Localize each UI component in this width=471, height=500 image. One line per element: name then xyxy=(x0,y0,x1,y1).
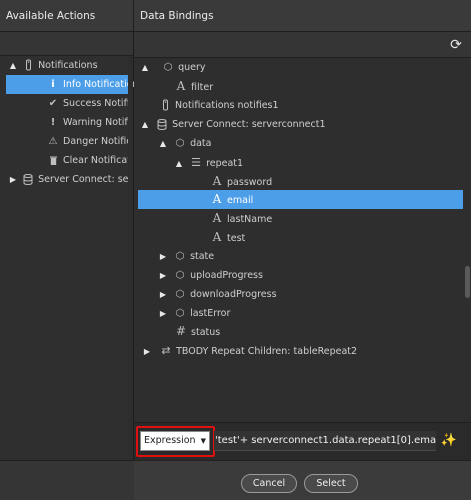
action-label: Server Connect: serverconnect1 xyxy=(38,174,128,185)
text-icon: A xyxy=(212,230,222,244)
binding-label: data xyxy=(190,138,212,149)
binding-label: Server Connect: serverconnect1 xyxy=(172,119,326,130)
text-icon: A xyxy=(212,192,222,206)
magic-wand-icon[interactable]: ✨ xyxy=(438,431,460,451)
action-danger-notification[interactable]: ⚠ Danger Notification xyxy=(0,132,128,151)
binding-label: query xyxy=(178,62,206,73)
action-warning-notification[interactable]: ! Warning Notification xyxy=(0,113,128,132)
dropdown-caret-icon: ▼ xyxy=(200,437,206,445)
expression-mode-value: Expression xyxy=(144,435,196,446)
binding-query[interactable]: ▲ ⬡ query xyxy=(140,58,206,77)
binding-tbody-repeat[interactable]: ▶ ⇄ TBODY Repeat Children: tableRepeat2 xyxy=(142,341,357,360)
action-label: Success Notification xyxy=(63,98,128,109)
binding-label: status xyxy=(191,327,221,338)
database-icon xyxy=(21,170,35,189)
binding-label: password xyxy=(227,177,273,188)
cube-icon: ⬡ xyxy=(175,308,185,319)
list-icon: ☰ xyxy=(191,156,201,169)
text-icon: A xyxy=(176,79,186,93)
binding-label: lastError xyxy=(190,308,231,319)
data-bindings-toolbar: ⟳ xyxy=(134,32,471,58)
warning-triangle-icon: ⚠ xyxy=(48,136,58,147)
action-success-notification[interactable]: ✔ Success Notification xyxy=(0,94,128,113)
binding-label: test xyxy=(227,233,246,244)
binding-uploadprogress[interactable]: ▶ ⬡ uploadProgress xyxy=(158,266,263,285)
binding-label: downloadProgress xyxy=(190,289,277,300)
check-icon: ✔ xyxy=(48,98,58,109)
expanded-arrow-icon[interactable]: ▲ xyxy=(8,56,18,75)
expanded-arrow-icon[interactable]: ▲ xyxy=(174,154,184,173)
notification-component-icon xyxy=(21,56,35,75)
select-button[interactable]: Select xyxy=(304,474,358,493)
binding-lastname[interactable]: A lastName xyxy=(210,209,273,228)
binding-label: state xyxy=(190,251,215,262)
binding-test[interactable]: A test xyxy=(210,228,246,247)
text-icon: A xyxy=(212,174,222,188)
hash-icon: # xyxy=(175,324,187,338)
trash-icon xyxy=(46,151,60,170)
collapsed-arrow-icon[interactable]: ▶ xyxy=(158,266,168,285)
notification-component-icon xyxy=(158,96,172,115)
binding-label: TBODY Repeat Children: tableRepeat2 xyxy=(176,346,358,357)
actions-scrollbar[interactable] xyxy=(128,56,133,460)
binding-label: lastName xyxy=(227,214,273,225)
binding-label: uploadProgress xyxy=(190,270,263,281)
dialog-footer: Cancel Select xyxy=(134,460,471,500)
action-label: Danger Notification xyxy=(63,136,128,147)
cube-icon: ⬡ xyxy=(163,62,173,73)
bindings-scrollbar[interactable] xyxy=(464,58,471,422)
binding-server-connect[interactable]: ▲ Server Connect: serverconnect1 xyxy=(140,115,326,134)
expanded-arrow-icon[interactable]: ▲ xyxy=(140,58,150,77)
binding-downloadprogress[interactable]: ▶ ⬡ downloadProgress xyxy=(158,285,277,304)
action-group-server-connect[interactable]: ▶ Server Connect: serverconnect1 xyxy=(0,170,128,189)
available-actions-toolbar xyxy=(0,32,133,56)
cube-icon: ⬡ xyxy=(175,289,185,300)
expression-input[interactable]: 'test'+ serverconnect1.data.repeat1[0].e… xyxy=(214,431,436,451)
binding-state[interactable]: ▶ ⬡ state xyxy=(158,247,214,266)
action-group-notifications[interactable]: ▲ Notifications xyxy=(0,56,128,75)
action-clear-notifications[interactable]: Clear Notifications xyxy=(0,151,128,170)
collapsed-arrow-icon[interactable]: ▶ xyxy=(8,170,18,189)
action-label: Clear Notifications xyxy=(63,155,128,166)
binding-label: filter xyxy=(191,82,214,93)
database-icon xyxy=(155,115,169,134)
exclamation-icon: ! xyxy=(50,117,56,128)
cancel-button[interactable]: Cancel xyxy=(241,474,297,493)
refresh-icon[interactable]: ⟳ xyxy=(447,36,465,54)
available-actions-title: Available Actions xyxy=(0,0,133,32)
binding-notifications[interactable]: Notifications notifies1 xyxy=(158,96,279,115)
text-icon: A xyxy=(212,211,222,225)
binding-label: Notifications notifies1 xyxy=(175,100,279,111)
left-footer xyxy=(0,460,134,500)
binding-label: repeat1 xyxy=(206,158,244,169)
cube-icon: ⬡ xyxy=(175,251,185,262)
available-actions-panel: Available Actions ▲ Notifications i Info… xyxy=(0,0,139,500)
scrollbar-thumb[interactable] xyxy=(465,266,470,298)
binding-email[interactable]: A email xyxy=(138,190,463,209)
expression-mode-select[interactable]: Expression ▼ xyxy=(140,431,210,451)
action-label: Warning Notification xyxy=(63,117,128,128)
expanded-arrow-icon[interactable]: ▲ xyxy=(158,134,168,153)
data-bindings-panel: Data Bindings ⟳ ▲ ⬡ query A filter Notif… xyxy=(134,0,471,500)
collapsed-arrow-icon[interactable]: ▶ xyxy=(158,304,168,323)
expression-bar: Expression ▼ 'test'+ serverconnect1.data… xyxy=(134,422,471,460)
repeat-icon: ⇄ xyxy=(161,344,171,357)
binding-label: email xyxy=(227,195,254,206)
binding-repeat1[interactable]: ▲ ☰ repeat1 xyxy=(174,153,243,172)
binding-password[interactable]: A password xyxy=(210,172,272,191)
action-info-notification[interactable]: i Info Notification xyxy=(6,75,139,94)
binding-data[interactable]: ▲ ⬡ data xyxy=(158,134,212,153)
cube-icon: ⬡ xyxy=(175,138,185,149)
cube-icon: ⬡ xyxy=(175,270,185,281)
collapsed-arrow-icon[interactable]: ▶ xyxy=(142,342,152,361)
binding-status[interactable]: # status xyxy=(174,322,220,341)
binding-lasterror[interactable]: ▶ ⬡ lastError xyxy=(158,304,230,323)
action-label: Notifications xyxy=(38,60,98,71)
collapsed-arrow-icon[interactable]: ▶ xyxy=(158,285,168,304)
collapsed-arrow-icon[interactable]: ▶ xyxy=(158,247,168,266)
info-icon: i xyxy=(51,79,55,90)
expanded-arrow-icon[interactable]: ▲ xyxy=(140,115,150,134)
binding-filter[interactable]: A filter xyxy=(174,77,213,96)
data-bindings-title: Data Bindings xyxy=(134,0,471,32)
